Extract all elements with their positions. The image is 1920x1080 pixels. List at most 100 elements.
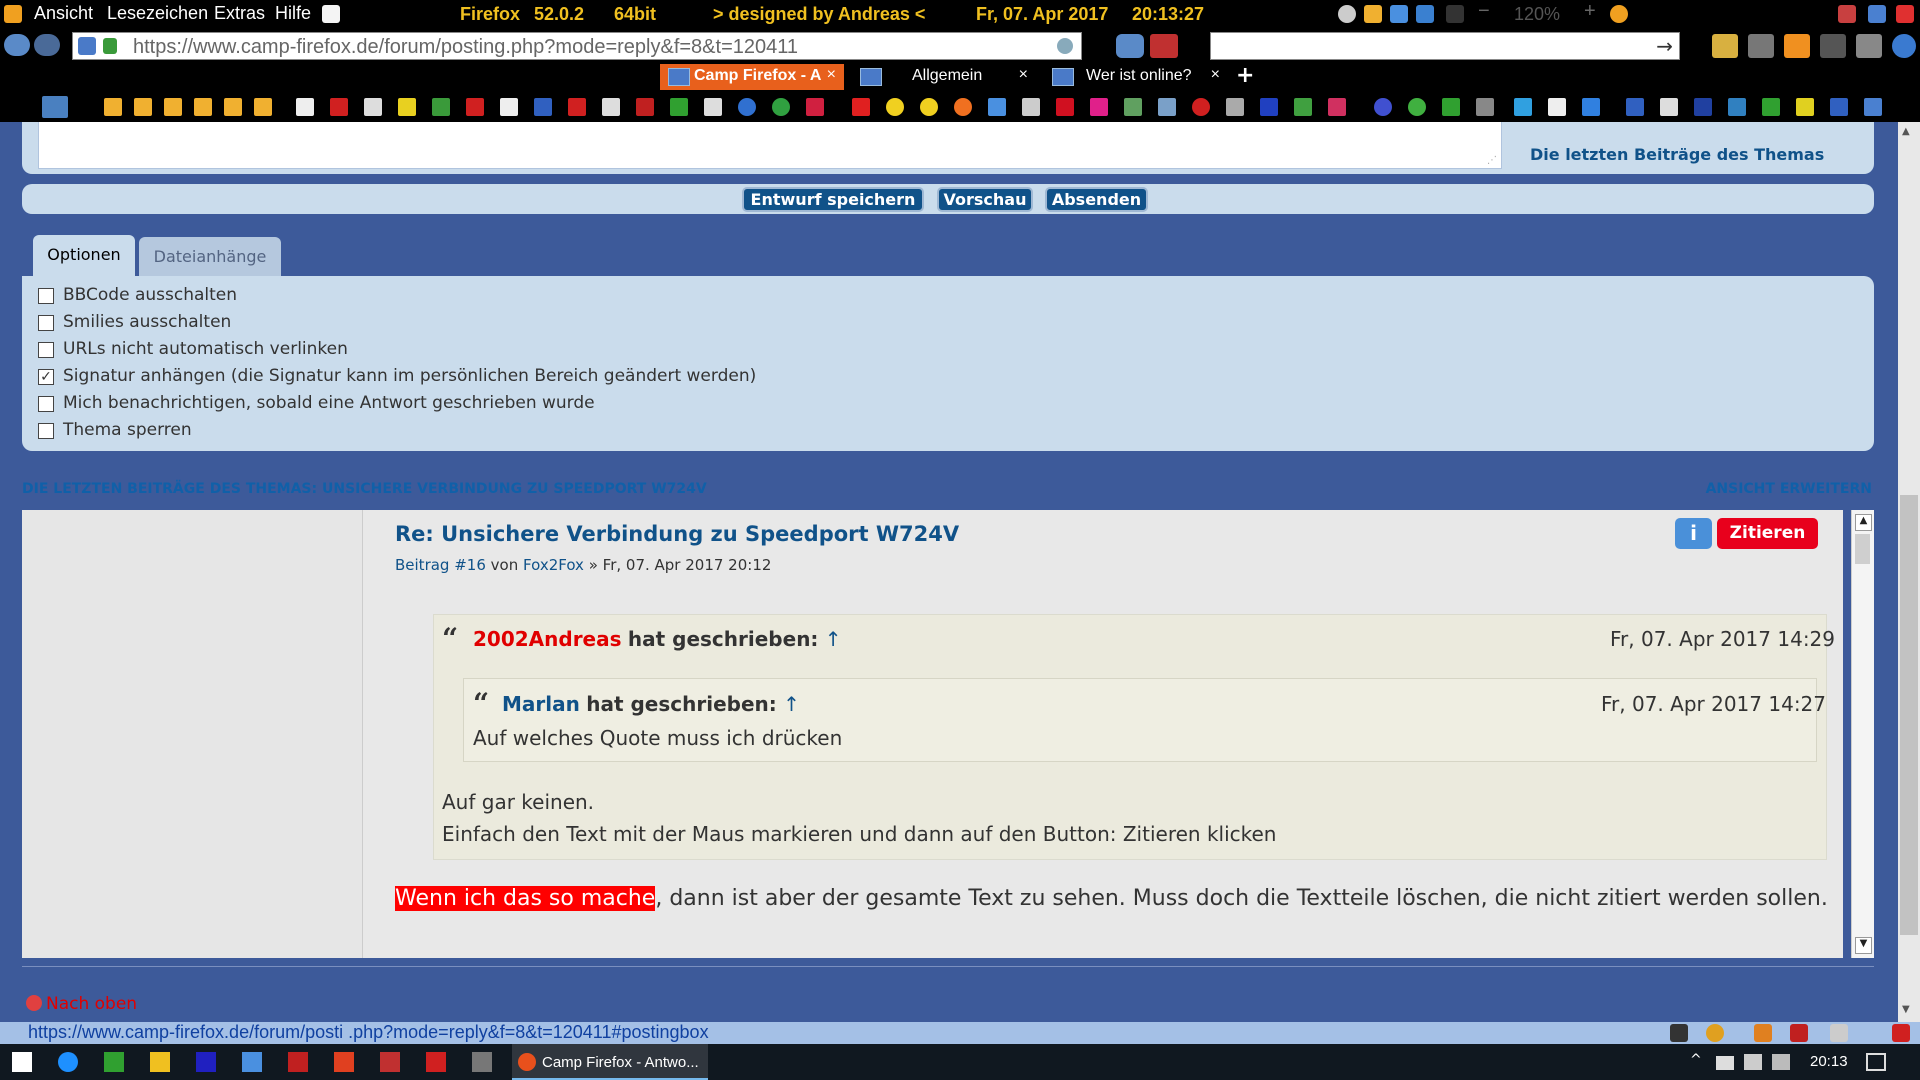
bookmark-site-icon[interactable]	[1226, 98, 1244, 116]
bookmark-site-icon[interactable]	[1328, 98, 1346, 116]
bookmark-manager-icon[interactable]	[42, 96, 68, 118]
menu-extras[interactable]: Extras	[214, 3, 265, 24]
resize-handle-icon[interactable]: ⋰	[1487, 155, 1497, 166]
bookmark-telekom-icon[interactable]	[1090, 98, 1108, 116]
scroll-down-icon[interactable]: ▼	[1855, 937, 1872, 954]
bookmark-site-icon[interactable]	[1830, 98, 1848, 116]
option-checkbox[interactable]	[38, 315, 54, 331]
status-icon[interactable]	[1754, 1024, 1772, 1042]
option-checkbox[interactable]	[38, 423, 54, 439]
bookmark-youtube-icon[interactable]	[330, 98, 348, 116]
zoom-level[interactable]: 120%	[1514, 4, 1560, 25]
calendar-icon[interactable]	[1150, 34, 1178, 58]
bookmark-folder-icon[interactable]	[194, 98, 212, 116]
bookmark-windows-icon[interactable]	[1582, 98, 1600, 116]
taskbar-app-icon[interactable]	[288, 1052, 308, 1072]
save-draft-button[interactable]: Entwurf speichern	[742, 187, 924, 212]
addon-icon[interactable]	[1784, 34, 1810, 58]
bookmark-site-icon[interactable]	[1762, 98, 1780, 116]
url-bar[interactable]: https://www.camp-firefox.de/forum/postin…	[72, 32, 1082, 60]
status-icon[interactable]	[1706, 1024, 1724, 1042]
url-text[interactable]: https://www.camp-firefox.de/forum/postin…	[133, 36, 798, 59]
tab-close-icon[interactable]: ×	[827, 66, 836, 84]
bookmark-site-icon[interactable]	[1022, 98, 1040, 116]
bookmark-site-icon[interactable]	[1374, 98, 1392, 116]
bookmark-site-icon[interactable]	[1192, 98, 1210, 116]
bookmark-site-icon[interactable]	[988, 98, 1006, 116]
bookmark-folder-icon[interactable]	[254, 98, 272, 116]
bookmark-site-icon[interactable]	[1294, 98, 1312, 116]
taskbar-app-icon[interactable]	[196, 1052, 216, 1072]
bookmark-site-icon[interactable]	[1158, 98, 1176, 116]
last-posts-link[interactable]: Die letzten Beiträge des Themas	[1530, 145, 1824, 164]
bookmark-site-icon[interactable]	[806, 98, 824, 116]
bookmark-ebay-icon[interactable]	[534, 98, 552, 116]
bookmark-site-icon[interactable]	[398, 98, 416, 116]
bookmark-info-icon[interactable]	[1260, 98, 1278, 116]
post-title[interactable]: Re: Unsichere Verbindung zu Speedport W7…	[395, 522, 959, 546]
tab-optionen[interactable]: Optionen	[33, 235, 135, 277]
bookmark-download-icon[interactable]	[670, 98, 688, 116]
post-scrollbar[interactable]: ▲ ▼	[1851, 510, 1874, 958]
bookmark-site-icon[interactable]	[602, 98, 620, 116]
info-button[interactable]: i	[1675, 518, 1712, 549]
windows-start-icon[interactable]	[12, 1052, 32, 1072]
edge-icon[interactable]	[58, 1052, 78, 1072]
tab-wer-ist-online[interactable]: Wer ist online? ×	[1044, 64, 1228, 90]
post-author-link[interactable]: Fox2Fox	[523, 556, 584, 574]
new-tab-button[interactable]: +	[1236, 63, 1254, 88]
bookmark-site-icon[interactable]	[852, 98, 870, 116]
search-input[interactable]: →	[1210, 32, 1680, 60]
expand-view-link[interactable]: Ansicht erweitern	[1706, 481, 1872, 497]
page-scroll-thumb[interactable]	[1900, 495, 1918, 935]
bookmark-folder-icon[interactable]	[104, 98, 122, 116]
taskbar-app-icon[interactable]	[242, 1052, 262, 1072]
quote-button[interactable]: Zitieren	[1717, 518, 1818, 549]
window-icon[interactable]	[1390, 5, 1408, 23]
bookmark-site-icon[interactable]	[1514, 98, 1532, 116]
quote2-author-link[interactable]: Marlan	[502, 692, 580, 716]
page-scroll-up-icon[interactable]: ▲	[1902, 126, 1910, 137]
bookmark-play-icon[interactable]	[1442, 98, 1460, 116]
back-to-top-link[interactable]: Nach oben	[46, 994, 137, 1014]
reload-icon[interactable]	[1057, 38, 1073, 54]
taskbar-app-icon[interactable]	[426, 1052, 446, 1072]
quote2-jump-icon[interactable]: ↑	[783, 692, 800, 716]
bookmark-site-icon[interactable]	[1056, 98, 1074, 116]
bookmark-chrome-icon[interactable]	[772, 98, 790, 116]
post-number-link[interactable]: #16	[454, 556, 486, 574]
search-go-icon[interactable]: →	[1656, 34, 1673, 58]
tab-dateianhaenge[interactable]: Dateianhänge	[139, 237, 281, 277]
zoom-in-icon[interactable]: +	[1584, 0, 1596, 23]
option-checkbox[interactable]	[38, 288, 54, 304]
preview-button[interactable]: Vorschau	[937, 187, 1033, 212]
bookmark-site-icon[interactable]	[466, 98, 484, 116]
message-textarea[interactable]: ⋰	[38, 122, 1502, 169]
tab-close-icon[interactable]: ×	[1019, 66, 1028, 84]
bookmark-site-icon[interactable]	[1796, 98, 1814, 116]
ublock-icon[interactable]	[1790, 1024, 1808, 1042]
bookmark-folder-icon[interactable]	[134, 98, 152, 116]
bookmark-booking-icon[interactable]	[1694, 98, 1712, 116]
battery-icon[interactable]	[1716, 1056, 1734, 1070]
minimize-window-icon[interactable]	[1838, 5, 1856, 23]
bookmark-smiley-icon[interactable]	[886, 98, 904, 116]
taskbar-app-icon[interactable]	[472, 1052, 492, 1072]
zoom-out-icon[interactable]: −	[1478, 0, 1490, 23]
scroll-up-icon[interactable]: ▲	[1855, 514, 1872, 531]
bookmark-site-icon[interactable]	[1864, 98, 1882, 116]
menu-hilfe[interactable]: Hilfe	[275, 3, 311, 24]
refresh-icon[interactable]	[1892, 34, 1916, 58]
restore-window-icon[interactable]	[1868, 5, 1886, 23]
bookmark-site-icon[interactable]	[500, 98, 518, 116]
bookmark-folder-icon[interactable]	[164, 98, 182, 116]
status-icon[interactable]	[1670, 1024, 1688, 1042]
bookmark-site-icon[interactable]	[432, 98, 450, 116]
tab-close-icon[interactable]: ×	[1211, 66, 1220, 84]
bookmark-site-icon[interactable]	[704, 98, 722, 116]
close-window-icon[interactable]	[1896, 5, 1914, 23]
network-icon[interactable]	[1744, 1054, 1762, 1070]
option-checkbox[interactable]	[38, 342, 54, 358]
option-checkbox[interactable]: ✓	[38, 369, 54, 385]
menu-ansicht[interactable]: Ansicht	[34, 3, 93, 24]
